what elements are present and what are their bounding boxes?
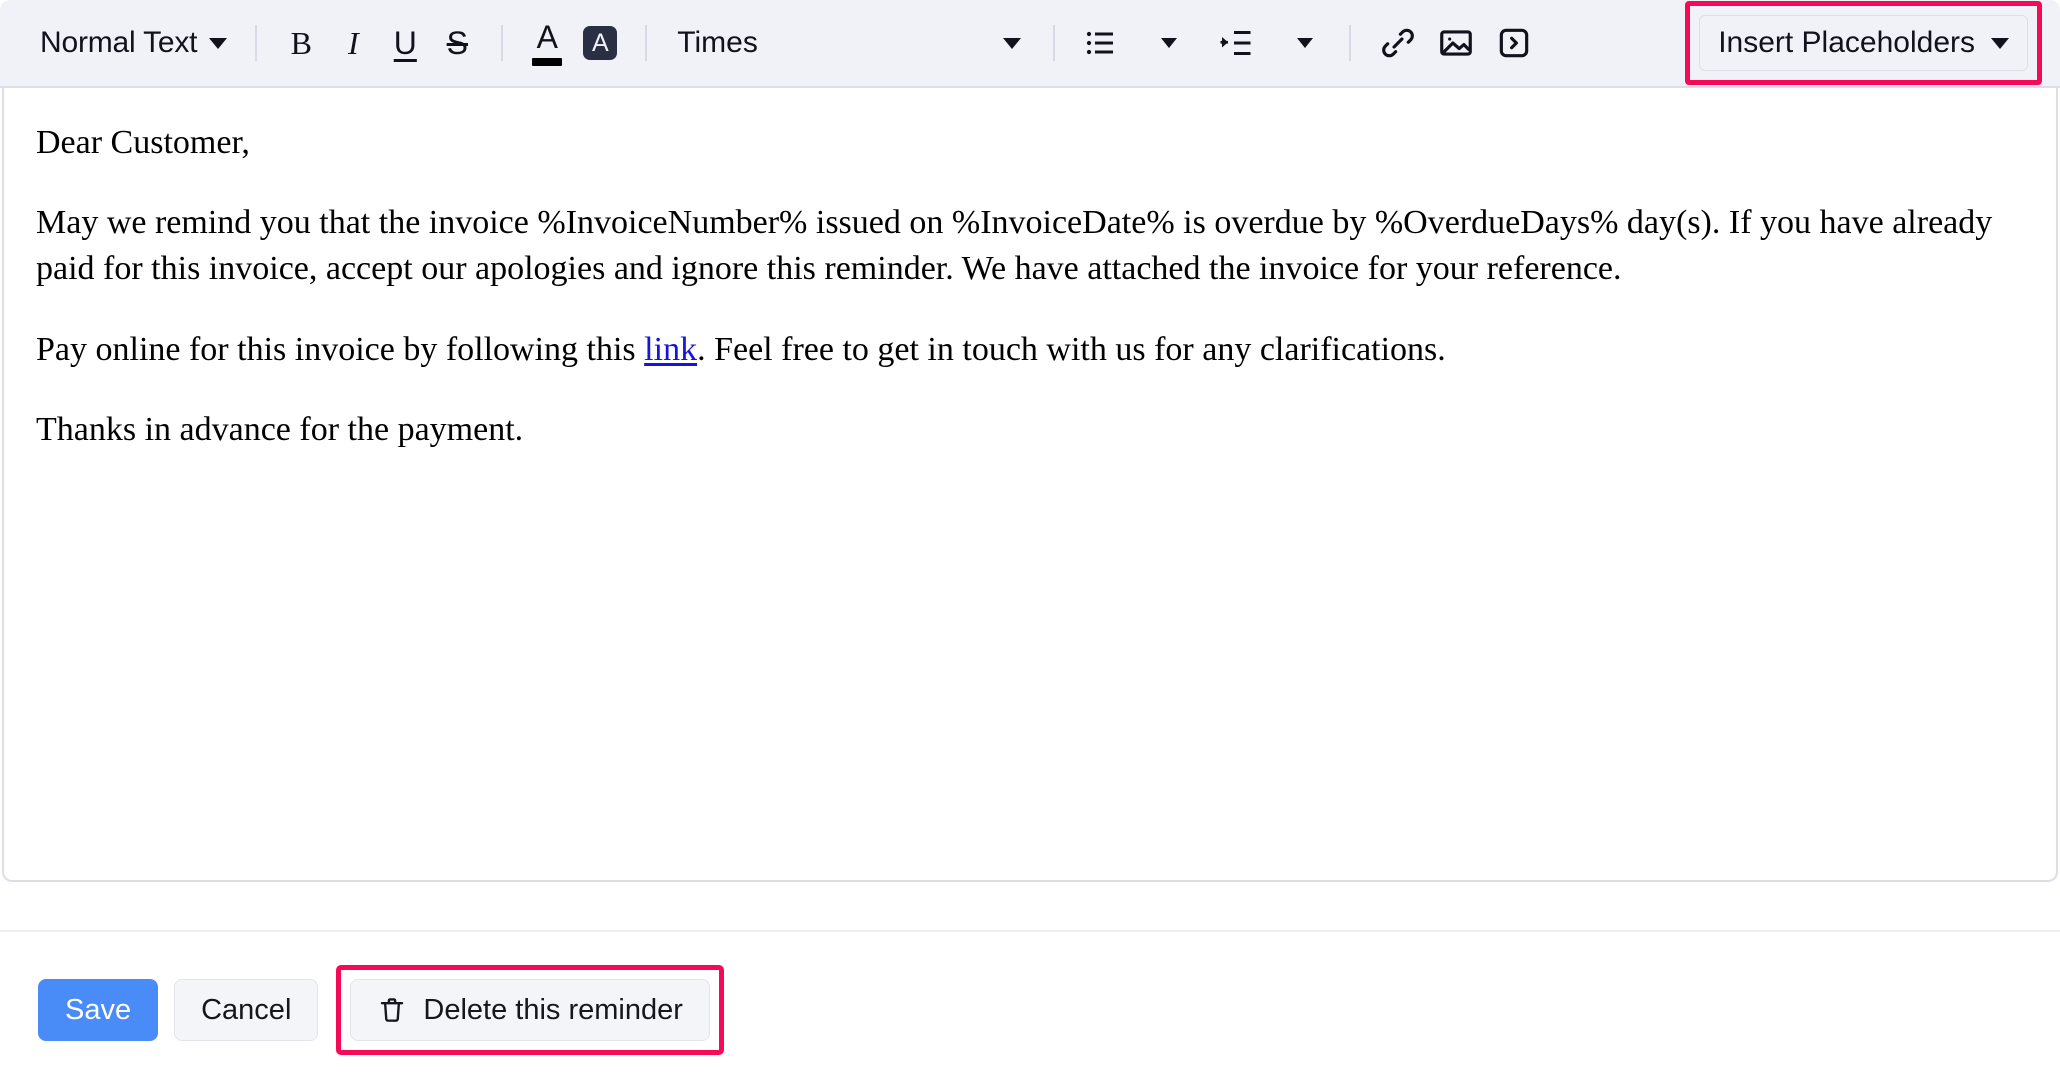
email-body-content[interactable]: Dear Customer, May we remind you that th… — [36, 120, 2026, 453]
delete-reminder-highlight: Delete this reminder — [336, 965, 724, 1055]
editor-toolbar: Normal Text B I U S A A Times — [0, 0, 2060, 88]
font-family-label: Times — [677, 26, 758, 60]
text-color-swatch — [532, 58, 562, 66]
bold-icon: B — [291, 27, 312, 59]
chevron-down-icon — [1003, 38, 1021, 49]
toolbar-divider — [255, 25, 257, 61]
toolbar-divider — [1349, 25, 1351, 61]
email-body-editor[interactable]: Dear Customer, May we remind you that th… — [2, 88, 2058, 882]
indent-options-dropdown[interactable] — [1279, 17, 1331, 69]
indent-increase-icon — [1219, 25, 1255, 61]
save-button-label: Save — [65, 994, 131, 1027]
toolbar-divider — [1053, 25, 1055, 61]
chevron-down-icon — [1991, 38, 2009, 49]
text-color-letter: A — [537, 21, 558, 53]
font-family-dropdown[interactable]: Times — [665, 16, 1035, 70]
cancel-button-label: Cancel — [201, 994, 291, 1027]
indent-increase-button[interactable] — [1209, 17, 1265, 69]
bulleted-list-options-dropdown[interactable] — [1143, 17, 1195, 69]
insert-placeholders-highlight: Insert Placeholders — [1685, 1, 2042, 85]
greeting-paragraph: Dear Customer, — [36, 120, 2026, 166]
delete-reminder-button[interactable]: Delete this reminder — [350, 979, 710, 1041]
body-paragraph: May we remind you that the invoice %Invo… — [36, 200, 2026, 292]
footer-actions: Save Cancel Delete this reminder — [0, 932, 2060, 1088]
bulleted-list-icon — [1083, 25, 1119, 61]
chevron-down-icon — [1297, 38, 1313, 48]
insert-placeholders-label: Insert Placeholders — [1718, 26, 1975, 60]
image-icon — [1437, 24, 1475, 62]
underline-icon: U — [394, 27, 417, 59]
link-icon — [1379, 24, 1417, 62]
trash-icon — [377, 995, 407, 1025]
bulleted-list-button[interactable] — [1073, 17, 1129, 69]
closing-paragraph: Thanks in advance for the payment. — [36, 407, 2026, 453]
italic-icon: I — [348, 27, 359, 59]
insert-link-button[interactable] — [1369, 17, 1427, 69]
text-color-button[interactable]: A — [521, 17, 573, 69]
underline-button[interactable]: U — [379, 17, 431, 69]
highlight-color-icon: A — [583, 26, 617, 60]
insert-embed-button[interactable] — [1485, 17, 1543, 69]
bold-button[interactable]: B — [275, 17, 327, 69]
chevron-down-icon — [209, 38, 227, 49]
italic-button[interactable]: I — [327, 17, 379, 69]
payment-link-paragraph: Pay online for this invoice by following… — [36, 327, 2026, 373]
save-button[interactable]: Save — [38, 979, 158, 1041]
toolbar-divider — [645, 25, 647, 61]
payment-link[interactable]: link — [644, 331, 697, 368]
paragraph-style-label: Normal Text — [40, 26, 197, 60]
strikethrough-button[interactable]: S — [431, 17, 483, 69]
strikethrough-icon: S — [447, 27, 468, 59]
text-color-icon: A — [532, 21, 562, 66]
paragraph-style-dropdown[interactable]: Normal Text — [30, 16, 237, 70]
payment-link-suffix: . Feel free to get in touch with us for … — [697, 331, 1446, 368]
payment-link-prefix: Pay online for this invoice by following… — [36, 331, 644, 368]
insert-image-button[interactable] — [1427, 17, 1485, 69]
cancel-button[interactable]: Cancel — [174, 979, 318, 1041]
delete-reminder-label: Delete this reminder — [423, 994, 683, 1027]
reminder-email-editor: Normal Text B I U S A A Times — [0, 0, 2060, 1088]
toolbar-divider — [501, 25, 503, 61]
embed-code-icon — [1495, 24, 1533, 62]
highlight-color-button[interactable]: A — [573, 17, 627, 69]
insert-placeholders-button[interactable]: Insert Placeholders — [1699, 15, 2028, 71]
chevron-down-icon — [1161, 38, 1177, 48]
